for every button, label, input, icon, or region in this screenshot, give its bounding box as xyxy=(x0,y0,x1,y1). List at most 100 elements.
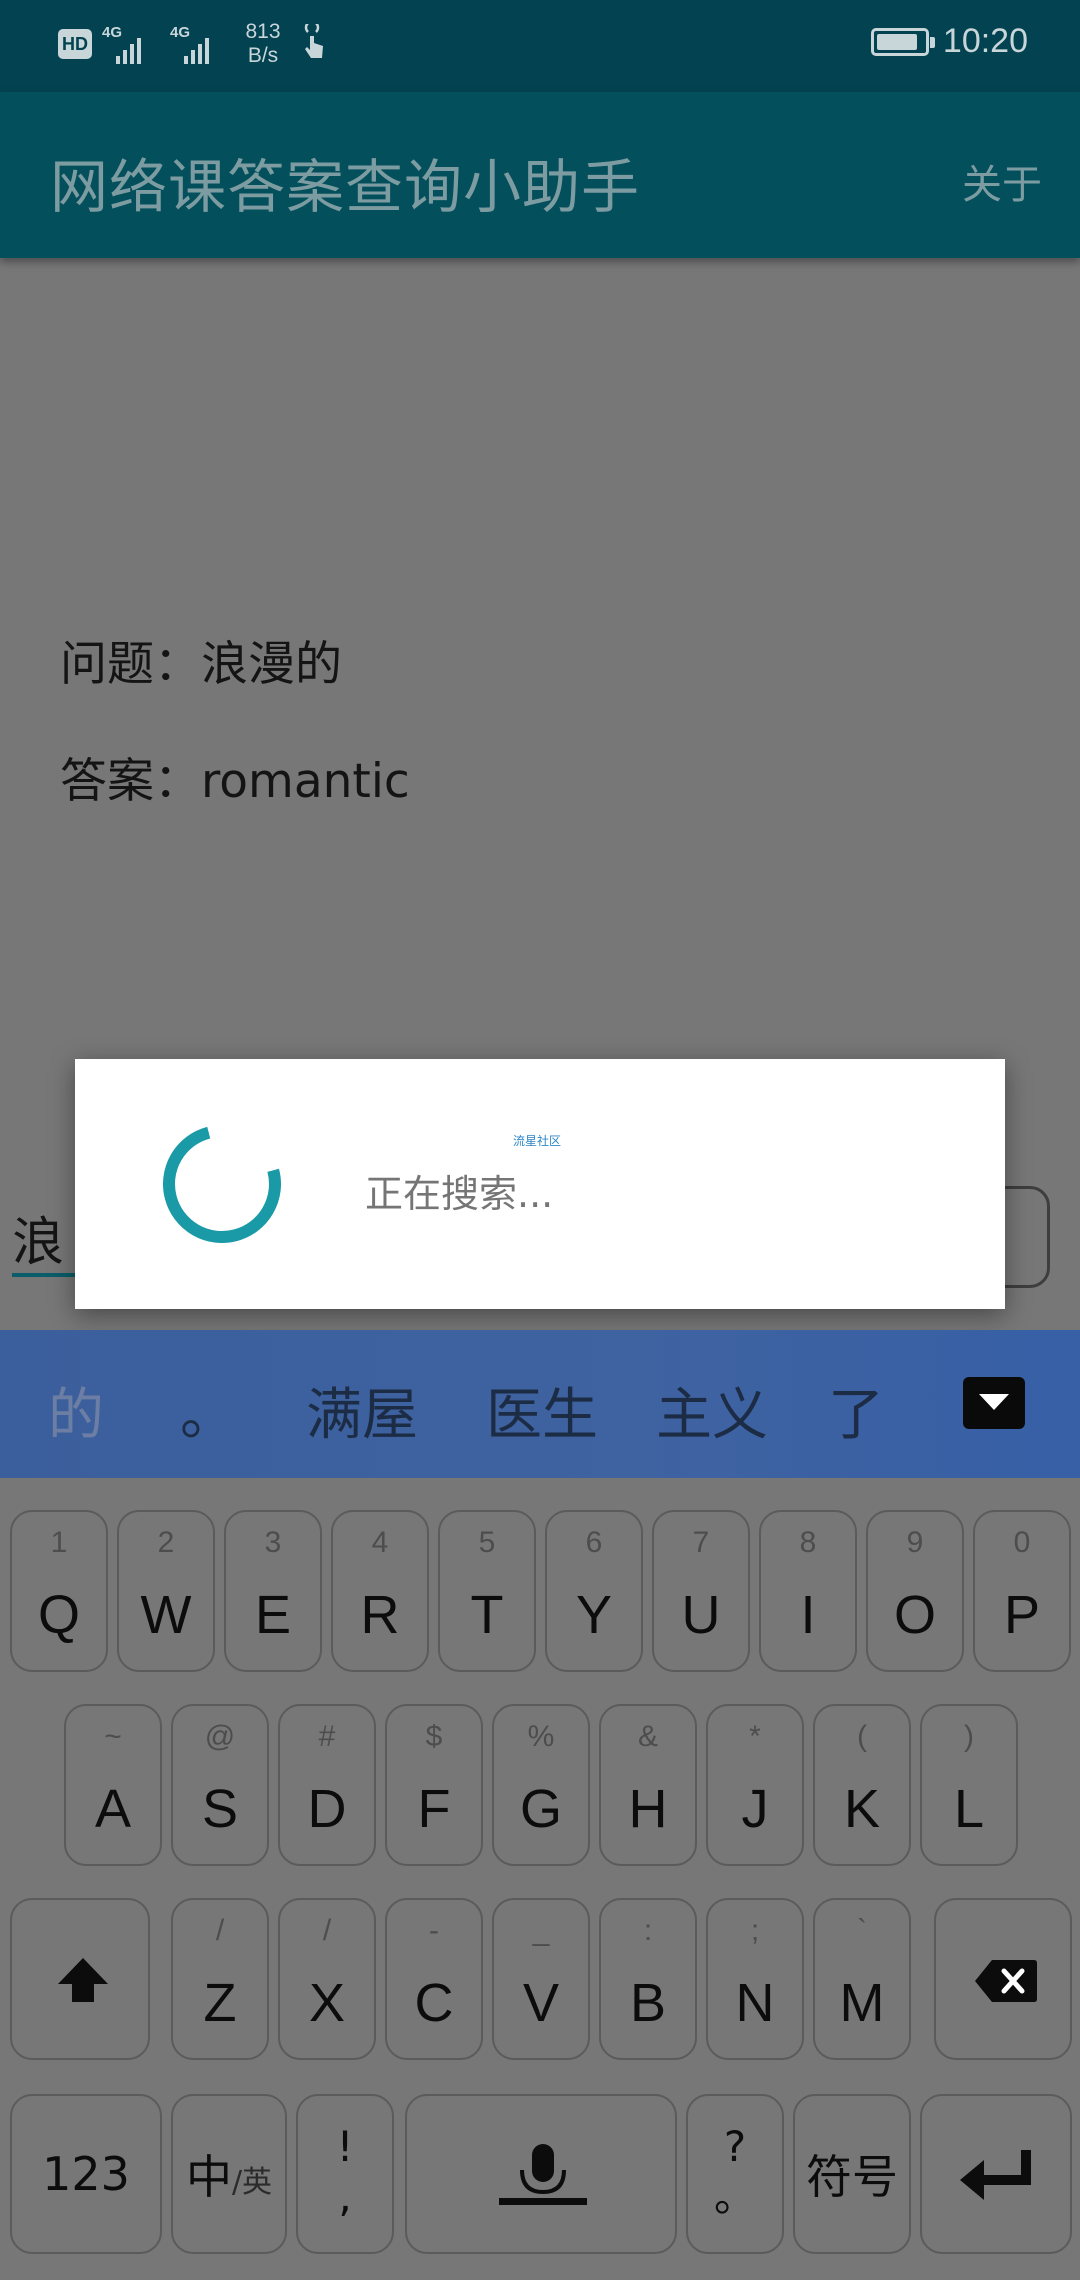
key-label: E xyxy=(254,1585,292,1645)
key-label: L xyxy=(953,1779,985,1839)
key-t[interactable]: 5 T xyxy=(438,1510,536,1672)
key-hint: / xyxy=(322,1914,332,1947)
candidate-item[interactable]: 的 xyxy=(48,1370,104,1451)
status-bar: HD 4G 4G 813 B/s 10:20 xyxy=(0,0,1080,92)
shift-key[interactable] xyxy=(10,1898,150,2060)
key-label: X xyxy=(308,1973,346,2033)
network-speed-value: 813 xyxy=(245,20,281,43)
watermark: 流星社区 xyxy=(513,1134,562,1148)
key-m[interactable]: ` M xyxy=(813,1898,911,2060)
loading-spinner-icon xyxy=(163,1125,281,1243)
numbers-key[interactable]: 123 xyxy=(10,2094,162,2254)
key-hint: 7 xyxy=(692,1526,710,1559)
key-hint: - xyxy=(429,1914,439,1947)
candidate-item[interactable]: 。 xyxy=(180,1370,236,1451)
battery-icon xyxy=(870,27,935,56)
key-hint: # xyxy=(318,1720,336,1753)
microphone-icon xyxy=(499,2144,587,2205)
key-label: N xyxy=(735,1973,775,2033)
key-label: W xyxy=(140,1585,192,1645)
ime-candidate-bar: 的 。 满屋 医生 主义 了 xyxy=(0,1330,1080,1478)
question-text: 问题：浪漫的 xyxy=(60,637,342,692)
candidate-item[interactable]: 主义 xyxy=(656,1370,768,1451)
period-key[interactable]: ? 。 xyxy=(686,2094,784,2254)
key-f[interactable]: $ F xyxy=(385,1704,483,1866)
key-hint: % xyxy=(527,1720,555,1753)
key-o[interactable]: 9 O xyxy=(866,1510,964,1672)
key-hint: 8 xyxy=(799,1526,817,1559)
key-hint: 0 xyxy=(1013,1526,1031,1559)
key-hint: 2 xyxy=(157,1526,175,1559)
comma-key-labels: ! , xyxy=(298,2122,392,2222)
key-hint: ; xyxy=(750,1914,760,1947)
key-label: U xyxy=(681,1585,721,1645)
about-button[interactable]: 关于 xyxy=(962,152,1042,210)
key-w[interactable]: 2 W xyxy=(117,1510,215,1672)
key-v[interactable]: _ V xyxy=(492,1898,590,2060)
key-label: C xyxy=(414,1973,454,2033)
symbols-key[interactable]: 符号 xyxy=(793,2094,911,2254)
key-label: M xyxy=(839,1973,885,2033)
key-label: S xyxy=(201,1779,239,1839)
symbols-key-label: 符号 xyxy=(806,2150,898,2204)
language-main-label: 中 xyxy=(185,2150,232,2204)
enter-key[interactable] xyxy=(920,2094,1072,2254)
key-label: P xyxy=(1003,1585,1041,1645)
network-speed: 813 B/s xyxy=(238,20,288,68)
key-a[interactable]: ~ A xyxy=(64,1704,162,1866)
keyboard: 1 Q 2 W 3 E 4 R 5 T 6 Y 7 U 8 I 9 O 0 P … xyxy=(0,1478,1080,2280)
key-hint: : xyxy=(643,1914,653,1947)
backspace-key[interactable] xyxy=(934,1898,1072,2060)
key-n[interactable]: ; N xyxy=(706,1898,804,2060)
key-label: D xyxy=(307,1779,347,1839)
key-e[interactable]: 3 E xyxy=(224,1510,322,1672)
key-label: J xyxy=(741,1779,769,1839)
collapse-keyboard-button[interactable] xyxy=(963,1377,1025,1429)
backspace-icon xyxy=(975,1960,1037,2002)
space-key[interactable] xyxy=(405,2094,677,2254)
key-hint: 6 xyxy=(585,1526,603,1559)
candidate-item[interactable]: 了 xyxy=(828,1370,884,1451)
key-hint: 4 xyxy=(371,1526,389,1559)
loading-message: 正在搜索... xyxy=(365,1172,554,1216)
status-right: 10:20 xyxy=(870,22,1028,61)
period-key-bottom: 。 xyxy=(713,2172,756,2221)
key-c[interactable]: - C xyxy=(385,1898,483,2060)
key-h[interactable]: & H xyxy=(599,1704,697,1866)
page-title: 网络课答案查询小助手 xyxy=(50,153,641,221)
key-hint: ) xyxy=(964,1720,974,1753)
key-l[interactable]: ) L xyxy=(920,1704,1018,1866)
key-hint: 1 xyxy=(50,1526,68,1559)
key-label: G xyxy=(519,1779,562,1839)
key-hint: ( xyxy=(857,1720,867,1753)
comma-key[interactable]: ! , xyxy=(296,2094,394,2254)
comma-key-bottom: , xyxy=(338,2172,352,2221)
key-label: F xyxy=(417,1779,451,1839)
shift-icon xyxy=(58,1958,108,2002)
key-s[interactable]: @ S xyxy=(171,1704,269,1866)
key-label: O xyxy=(893,1585,936,1645)
clock: 10:20 xyxy=(942,22,1028,60)
key-y[interactable]: 6 Y xyxy=(545,1510,643,1672)
key-label: R xyxy=(360,1585,400,1645)
key-u[interactable]: 7 U xyxy=(652,1510,750,1672)
key-d[interactable]: # D xyxy=(278,1704,376,1866)
key-i[interactable]: 8 I xyxy=(759,1510,857,1672)
key-hint: @ xyxy=(204,1720,236,1753)
key-k[interactable]: ( K xyxy=(813,1704,911,1866)
key-g[interactable]: % G xyxy=(492,1704,590,1866)
key-q[interactable]: 1 Q xyxy=(10,1510,108,1672)
candidate-item[interactable]: 满屋 xyxy=(306,1370,418,1451)
key-j[interactable]: * J xyxy=(706,1704,804,1866)
key-hint: ` xyxy=(857,1914,867,1947)
key-r[interactable]: 4 R xyxy=(331,1510,429,1672)
key-p[interactable]: 0 P xyxy=(973,1510,1071,1672)
key-x[interactable]: / X xyxy=(278,1898,376,2060)
key-z[interactable]: / Z xyxy=(171,1898,269,2060)
key-hint: 3 xyxy=(264,1526,282,1559)
candidate-item[interactable]: 医生 xyxy=(486,1370,598,1451)
language-switch-key[interactable]: 中/英 xyxy=(171,2094,287,2254)
key-b[interactable]: : B xyxy=(599,1898,697,2060)
key-hint: 5 xyxy=(478,1526,496,1559)
question-input[interactable]: 浪 xyxy=(12,1200,64,1275)
